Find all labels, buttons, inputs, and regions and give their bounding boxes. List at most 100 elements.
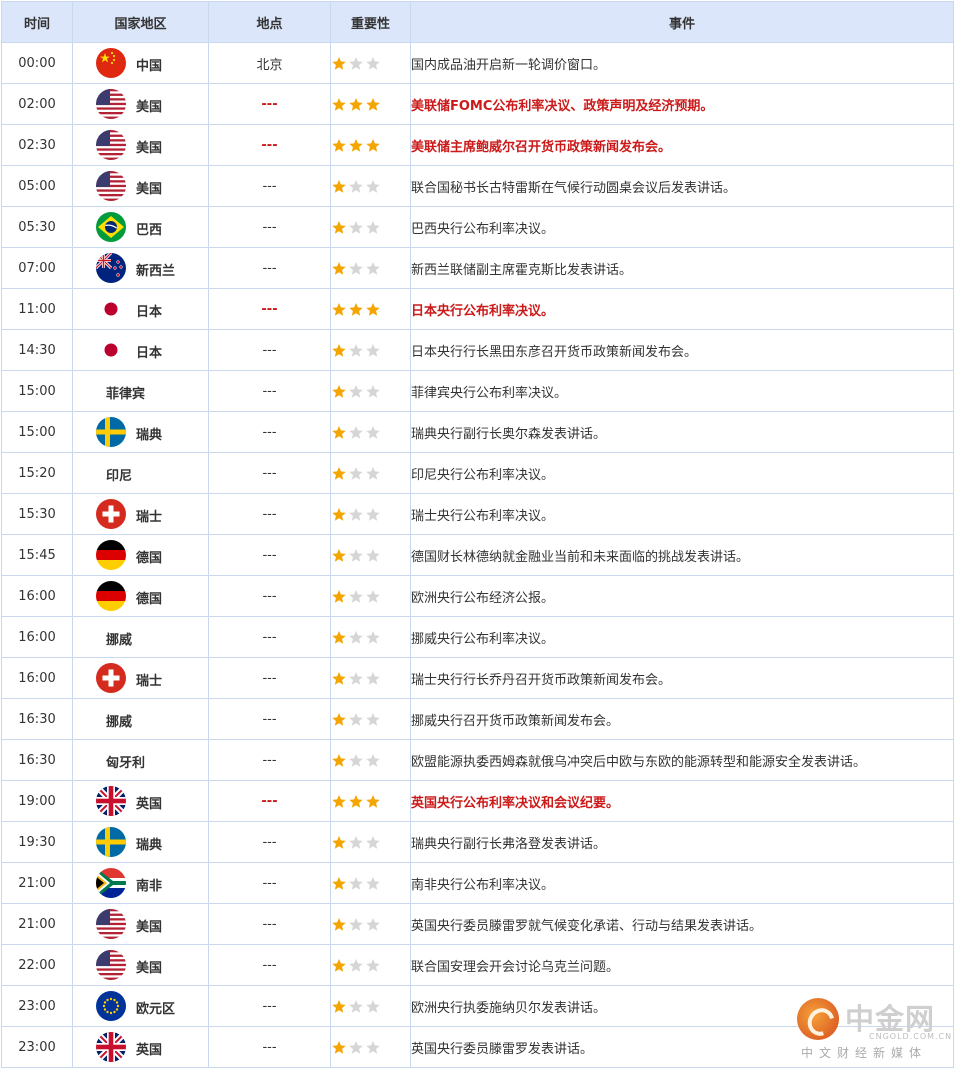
star-empty-icon <box>365 1040 381 1055</box>
event-time: 22:00 <box>1 944 73 986</box>
event-importance <box>330 862 411 904</box>
event-country: 日本 <box>72 288 209 330</box>
event-place: --- <box>208 944 331 986</box>
event-country: 美国 <box>72 124 209 166</box>
event-country: 美国 <box>72 83 209 125</box>
star-empty-icon <box>348 261 364 276</box>
event-description: 美联储主席鲍威尔召开货币政策新闻发布会。 <box>410 124 954 166</box>
country-name: 美国 <box>136 141 163 156</box>
country-name: 挪威 <box>106 715 133 730</box>
table-row: 22:00 美国 --- 联合国安理会开会讨论乌克兰问题。 <box>1 944 954 986</box>
event-description: 英国央行公布利率决议和会议纪要。 <box>410 780 954 822</box>
star-empty-icon <box>365 179 381 194</box>
star-empty-icon <box>348 425 364 440</box>
table-row: 16:00 德国 --- 欧洲央行公布经济公报。 <box>1 575 954 617</box>
star-filled-icon <box>331 179 347 194</box>
uk-flag-icon <box>96 786 126 816</box>
event-time: 23:00 <box>1 985 73 1027</box>
event-place: --- <box>208 83 331 125</box>
event-time: 02:30 <box>1 124 73 166</box>
star-filled-icon <box>331 56 347 71</box>
event-importance <box>330 452 411 494</box>
event-time: 15:00 <box>1 370 73 412</box>
usa-flag-icon <box>96 130 126 160</box>
event-country: 英国 <box>72 1026 209 1068</box>
star-empty-icon <box>365 917 381 932</box>
event-place: --- <box>208 698 331 740</box>
country-name: 菲律宾 <box>106 387 146 402</box>
event-place: --- <box>208 165 331 207</box>
table-row: 19:30 瑞典 --- 瑞典央行副行长弗洛登发表讲话。 <box>1 821 954 863</box>
star-empty-icon <box>365 261 381 276</box>
header-event: 事件 <box>410 1 954 43</box>
event-importance <box>330 493 411 535</box>
event-description: 新西兰联储副主席霍克斯比发表讲话。 <box>410 247 954 289</box>
switzerland-flag-icon <box>96 499 126 529</box>
table-row: 02:30 美国 --- 美联储主席鲍威尔召开货币政策新闻发布会。 <box>1 124 954 166</box>
table-row: 21:00 美国 --- 英国央行委员滕雷罗就气候变化承诺、行动与结果发表讲话。 <box>1 903 954 945</box>
star-filled-icon <box>331 876 347 891</box>
event-place: --- <box>208 1026 331 1068</box>
country-name: 印尼 <box>106 469 133 484</box>
event-country: 美国 <box>72 165 209 207</box>
event-time: 16:30 <box>1 739 73 781</box>
star-empty-icon <box>365 384 381 399</box>
brazil-flag-icon <box>96 212 126 242</box>
new-zealand-flag-icon <box>96 253 126 283</box>
star-filled-icon <box>331 138 347 153</box>
star-empty-icon <box>348 179 364 194</box>
event-place: --- <box>208 780 331 822</box>
cngold-watermark: 中金网 CNGOLD.COM.CN 中文财经新媒体 <box>797 992 951 1062</box>
event-country: 德国 <box>72 575 209 617</box>
header-importance: 重要性 <box>330 1 411 43</box>
event-importance <box>330 329 411 371</box>
country-name: 日本 <box>136 346 163 361</box>
event-description: 联合国秘书长古特雷斯在气候行动圆桌会议后发表讲话。 <box>410 165 954 207</box>
star-filled-icon <box>331 466 347 481</box>
event-time: 05:00 <box>1 165 73 207</box>
table-row: 19:00 英国 --- 英国央行公布利率决议和会议纪要。 <box>1 780 954 822</box>
event-country: 美国 <box>72 903 209 945</box>
event-time: 15:45 <box>1 534 73 576</box>
event-description: 英国央行委员滕雷罗就气候变化承诺、行动与结果发表讲话。 <box>410 903 954 945</box>
usa-flag-icon <box>96 909 126 939</box>
country-name: 美国 <box>136 920 163 935</box>
star-filled-icon <box>348 302 364 317</box>
event-importance <box>330 1026 411 1068</box>
country-name: 巴西 <box>136 223 163 238</box>
star-empty-icon <box>365 343 381 358</box>
event-country: 挪威 <box>72 698 209 740</box>
usa-flag-icon <box>96 89 126 119</box>
germany-flag-icon <box>96 540 126 570</box>
event-time: 11:00 <box>1 288 73 330</box>
table-header-row: 时间 国家地区 地点 重要性 事件 <box>1 1 954 43</box>
event-place: --- <box>208 739 331 781</box>
star-empty-icon <box>348 1040 364 1055</box>
table-row: 11:00 日本 --- 日本央行公布利率决议。 <box>1 288 954 330</box>
star-empty-icon <box>348 753 364 768</box>
star-empty-icon <box>348 630 364 645</box>
star-empty-icon <box>348 548 364 563</box>
event-description: 欧洲央行公布经济公报。 <box>410 575 954 617</box>
star-empty-icon <box>365 548 381 563</box>
event-place: --- <box>208 206 331 248</box>
star-filled-icon <box>331 97 347 112</box>
event-country: 中国 <box>72 42 209 84</box>
country-name: 美国 <box>136 182 163 197</box>
star-filled-icon <box>331 753 347 768</box>
star-filled-icon <box>365 97 381 112</box>
event-place: --- <box>208 288 331 330</box>
country-name: 中国 <box>136 59 163 74</box>
star-filled-icon <box>331 917 347 932</box>
event-importance <box>330 780 411 822</box>
table-row: 16:00 挪威 --- 挪威央行公布利率决议。 <box>1 616 954 658</box>
country-name: 瑞士 <box>136 510 163 525</box>
header-time: 时间 <box>1 1 73 43</box>
star-filled-icon <box>348 97 364 112</box>
country-name: 南非 <box>136 879 163 894</box>
star-empty-icon <box>365 671 381 686</box>
event-country: 巴西 <box>72 206 209 248</box>
star-empty-icon <box>365 712 381 727</box>
usa-flag-icon <box>96 171 126 201</box>
event-time: 15:20 <box>1 452 73 494</box>
